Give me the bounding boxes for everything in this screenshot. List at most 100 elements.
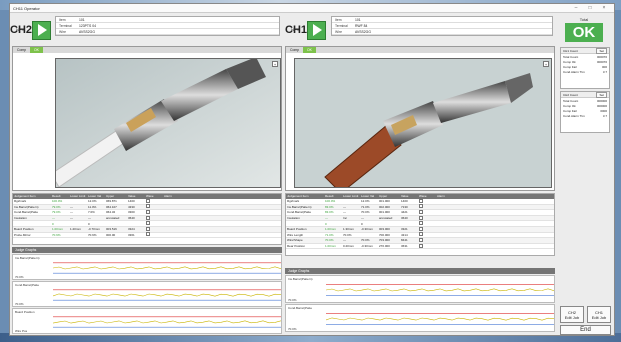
ch2-start-button[interactable] xyxy=(32,20,51,40)
ch1-tab-comp[interactable]: Comp xyxy=(286,47,303,53)
maximize-button[interactable]: □ xyxy=(583,5,597,11)
table-cell: -0.70mm xyxy=(88,227,100,232)
ch2-edit-job-button[interactable]: CH2 Edit Job xyxy=(560,306,584,323)
graph-label: Cond.Barrel(Patte xyxy=(15,283,40,287)
table-cell: 79.0% xyxy=(52,210,61,215)
column-header: Lower Limit xyxy=(70,194,86,198)
table-cell: 70.0% xyxy=(343,232,352,237)
ch2-count-set-button[interactable]: Set xyxy=(596,91,607,98)
ch2-tab-comp[interactable]: Comp xyxy=(13,47,30,53)
table-cell: 001.000 xyxy=(379,199,390,204)
table-cell: — xyxy=(70,210,73,215)
close-button[interactable]: × xyxy=(597,5,611,11)
ch2-graphs-header: Judge Graphs xyxy=(12,247,282,253)
ch2-count-title: CH2 Count xyxy=(563,92,578,97)
alarm-checkbox[interactable] xyxy=(146,232,150,237)
table-cell: 0 xyxy=(361,221,363,226)
play-icon xyxy=(38,24,47,36)
value-line xyxy=(53,293,281,297)
ch2-tab-ok[interactable]: OK xyxy=(30,47,43,53)
table-cell: 3640 xyxy=(128,216,135,221)
alarm-checkbox[interactable] xyxy=(146,226,150,231)
ch1-image-panel: Comp OK + xyxy=(285,46,555,191)
table-cell: 70.9% xyxy=(88,232,97,237)
alarm-checkbox[interactable] xyxy=(146,204,150,209)
table-cell: 12.0% xyxy=(88,199,97,204)
table-cell: 000.00 xyxy=(106,232,116,237)
table-cell: 100.0% xyxy=(52,199,63,204)
table-cell: — xyxy=(343,204,346,209)
judge-graph: Ins.Barrel(Pattern) 70.0% xyxy=(285,275,555,303)
alarm-cell xyxy=(418,243,436,249)
ch1-zoom-button[interactable]: + xyxy=(543,61,549,67)
graph-sublabel: 70.0% xyxy=(288,327,297,331)
table-cell: 1.20mm xyxy=(70,227,81,232)
graph-plot xyxy=(326,313,554,325)
ch2-nps: NPS xyxy=(16,27,25,32)
ch1-count-title: CH1 Count xyxy=(563,48,578,53)
column-header: Lower Val xyxy=(361,194,375,198)
alarm-checkbox[interactable] xyxy=(419,237,423,242)
ch2-judge-table: Judgement Item Result Lower Limit Lower Val… xyxy=(12,193,282,245)
table-cell: Insulation xyxy=(14,216,27,221)
table-cell: 700.000 xyxy=(379,232,390,237)
table-cell: 1400 xyxy=(128,199,135,204)
table-cell: — xyxy=(70,216,73,221)
table-cell: annotated xyxy=(106,216,120,221)
table-cell: 71.0% xyxy=(325,232,334,237)
ch2-info-box: Item 101 Terminal 123PTS 04 Wire AVSS2GG xyxy=(55,16,280,36)
alarm-checkbox[interactable] xyxy=(419,243,423,248)
alarm-checkbox[interactable] xyxy=(419,204,423,209)
end-button[interactable]: End xyxy=(560,325,611,335)
value-line xyxy=(53,320,281,324)
alarm-checkbox[interactable] xyxy=(146,198,150,203)
alarm-cell xyxy=(145,226,163,232)
alarm-checkbox[interactable] xyxy=(419,209,423,214)
table-cell: annotated xyxy=(379,216,393,221)
alarm-cell xyxy=(418,237,436,243)
alarm-cell xyxy=(145,209,163,215)
table-cell: 0 xyxy=(88,221,90,226)
alarm-checkbox[interactable] xyxy=(419,226,423,231)
alarm-checkbox[interactable] xyxy=(419,215,423,220)
ch1-count-set-button[interactable]: Set xyxy=(596,47,607,54)
graph-plot xyxy=(326,284,554,296)
table-cell: — xyxy=(343,238,346,243)
alarm-checkbox[interactable] xyxy=(419,198,423,203)
alarm-checkbox[interactable] xyxy=(146,215,150,220)
table-cell: 0.20mm xyxy=(343,244,354,249)
graph-sublabel: 70.0% xyxy=(15,275,24,279)
play-icon xyxy=(313,24,322,36)
graph-sublabel: 70.0% xyxy=(288,298,297,302)
alarm-checkbox[interactable] xyxy=(146,209,150,214)
ch1-tab-ok[interactable]: OK xyxy=(303,47,316,53)
ch2-zoom-button[interactable]: + xyxy=(272,61,278,67)
minimize-button[interactable]: – xyxy=(569,5,583,11)
table-cell: 0 xyxy=(325,221,327,226)
alarm-cell xyxy=(145,204,163,209)
alarm-checkbox[interactable] xyxy=(419,232,423,237)
ch1-nps: NPS xyxy=(291,27,300,32)
alarm-cell xyxy=(145,215,163,221)
judge-graph: Cond.Barrel(Patte 70.0% xyxy=(12,281,282,307)
table-cell: Board Position xyxy=(14,227,34,232)
table-cell: — xyxy=(325,216,328,221)
ch1-start-button[interactable] xyxy=(307,20,326,40)
table-cell: 1.00mm xyxy=(325,227,336,232)
table-cell: 100.0% xyxy=(325,199,336,204)
table-cell: 4330 xyxy=(128,204,135,209)
window-title: CH11 Operator xyxy=(13,5,40,11)
alarm-checkbox[interactable] xyxy=(419,221,423,226)
table-cell: 064.32 xyxy=(106,210,116,215)
table-row: Probe.Mirror 70.9% 70.9% 000.00 3361 xyxy=(13,232,281,239)
table-cell: 001.000 xyxy=(379,210,390,215)
table-cell: 1.00mm xyxy=(52,227,63,232)
ch1-edit-job-button[interactable]: CH1 Edit Job xyxy=(587,306,611,323)
alarm-checkbox[interactable] xyxy=(146,221,150,226)
table-cell: 1.30mm xyxy=(343,227,354,232)
table-cell: — xyxy=(52,216,55,221)
table-cell: 069.871 xyxy=(106,199,117,204)
column-header: Judgement Item xyxy=(14,194,36,198)
title-bar: CH11 Operator – □ × xyxy=(10,4,614,13)
column-header: Lower Limit xyxy=(343,194,359,198)
